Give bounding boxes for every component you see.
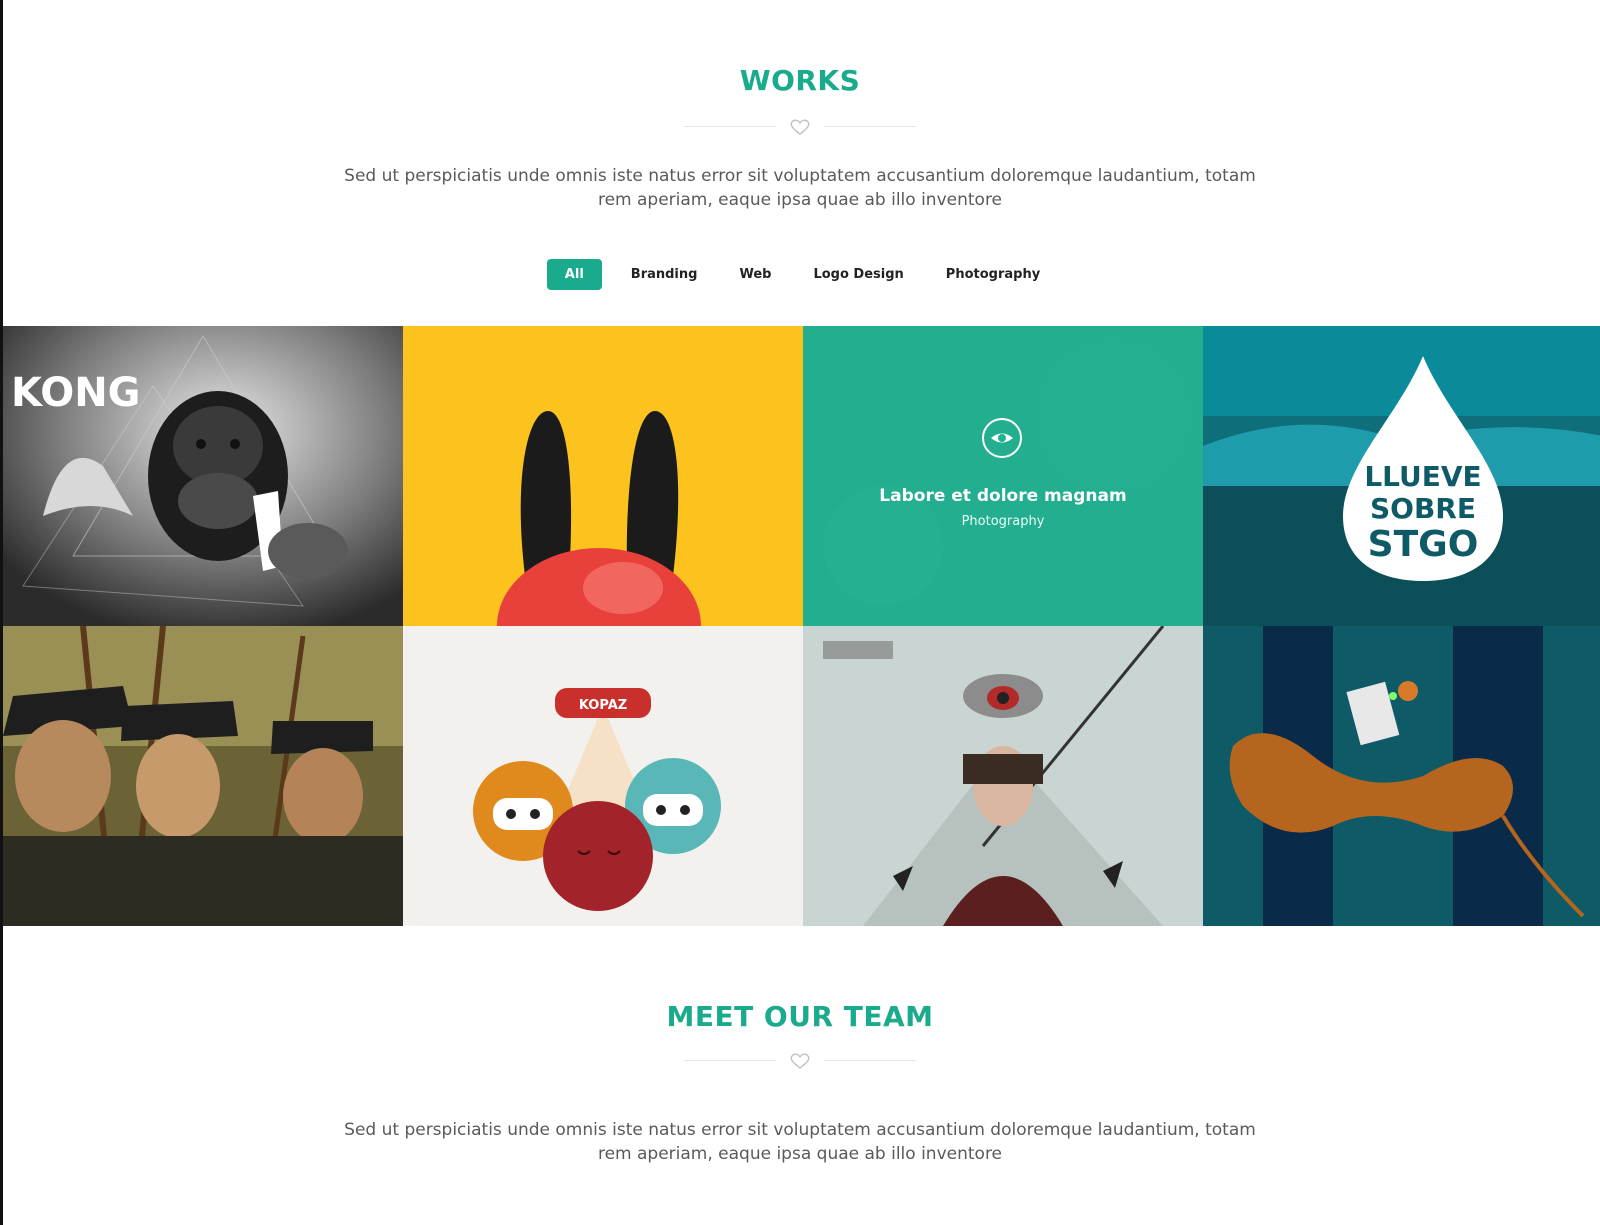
- seahorse-artwork: [1203, 626, 1600, 926]
- portfolio-item-llueve[interactable]: LLUEVE SOBRE STGO: [1203, 326, 1600, 626]
- works-header: WORKS: [0, 64, 1600, 97]
- overlay-title: Labore et dolore magnam: [879, 486, 1127, 506]
- portrait-artwork: [803, 626, 1203, 926]
- llueve-artwork: LLUEVE SOBRE STGO: [1203, 326, 1600, 626]
- filter-logo-design[interactable]: Logo Design: [800, 259, 916, 290]
- rabbit-artwork: [403, 326, 803, 626]
- overlay-category: Photography: [961, 514, 1045, 529]
- team-title: MEET OUR TEAM: [666, 1000, 934, 1033]
- portfolio-grid: KONG Labore et dolore magnam Photography…: [3, 326, 1600, 926]
- team-description: Sed ut perspiciatis unde omnis iste natu…: [344, 1120, 1256, 1164]
- portfolio-item-seahorse[interactable]: [1203, 626, 1600, 926]
- kong-artwork: KONG: [3, 326, 403, 626]
- heart-icon: [790, 1053, 810, 1069]
- works-description: Sed ut perspiciatis unde omnis iste natu…: [344, 166, 1256, 210]
- portfolio-item-rabbit[interactable]: [403, 326, 803, 626]
- works-title: WORKS: [739, 64, 861, 97]
- heart-icon: [790, 119, 810, 135]
- filter-branding[interactable]: Branding: [618, 259, 711, 290]
- soldiers-artwork: [3, 626, 403, 926]
- divider-line-right: [824, 126, 916, 127]
- eye-icon[interactable]: [982, 418, 1022, 458]
- llueve-line-1: LLUEVE: [1364, 460, 1481, 493]
- portfolio-item-soldiers[interactable]: [3, 626, 403, 926]
- works-filter-bar: All Branding Web Logo Design Photography: [0, 259, 1600, 290]
- llueve-line-3: STGO: [1368, 524, 1479, 565]
- filter-web[interactable]: Web: [726, 259, 784, 290]
- divider-line-left: [684, 126, 776, 127]
- divider-line-left: [684, 1060, 776, 1061]
- team-divider: [0, 1050, 1600, 1070]
- works-divider: [0, 116, 1600, 136]
- portfolio-item-kong[interactable]: KONG: [3, 326, 403, 626]
- team-header: MEET OUR TEAM: [0, 1000, 1600, 1033]
- hover-overlay: Labore et dolore magnam Photography: [803, 326, 1203, 626]
- divider-line-right: [824, 1060, 916, 1061]
- kong-text: KONG: [11, 370, 141, 416]
- portfolio-item-portrait[interactable]: [803, 626, 1203, 926]
- filter-photography[interactable]: Photography: [933, 259, 1053, 290]
- portfolio-item-monsters[interactable]: KOPAZ: [403, 626, 803, 926]
- kopaz-label: KOPAZ: [579, 698, 627, 713]
- portfolio-item-photography[interactable]: Labore et dolore magnam Photography: [803, 326, 1203, 626]
- llueve-line-2: SOBRE: [1370, 492, 1476, 525]
- filter-all[interactable]: All: [546, 259, 602, 290]
- monsters-artwork: KOPAZ: [403, 626, 803, 926]
